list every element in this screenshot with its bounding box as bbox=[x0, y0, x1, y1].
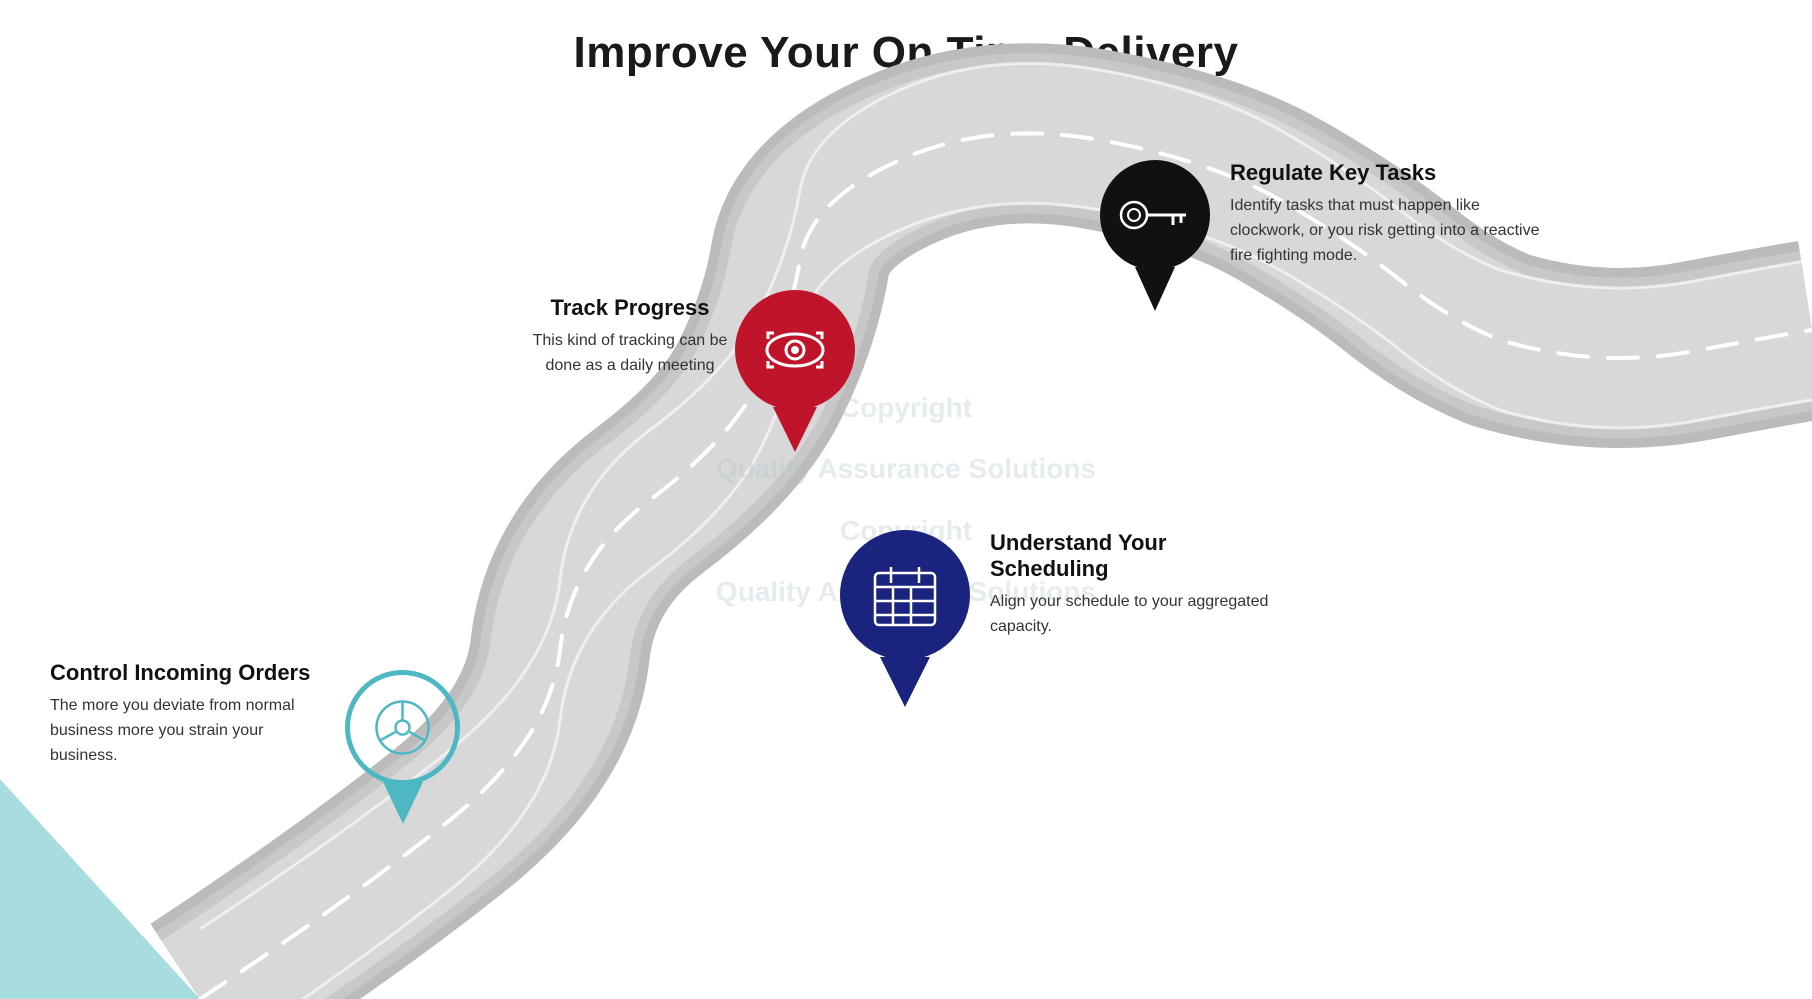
page-title: Improve Your On Time Delivery bbox=[0, 0, 1812, 78]
text-control-orders: Control Incoming Orders The more you dev… bbox=[50, 660, 330, 768]
pin-circle-blue bbox=[840, 530, 970, 660]
pin-control-orders bbox=[345, 670, 460, 824]
text-track-progress: Track Progress This kind of tracking can… bbox=[530, 295, 730, 379]
pin-track-progress bbox=[735, 290, 855, 452]
regulate-tasks-desc: Identify tasks that must happen like clo… bbox=[1230, 194, 1540, 268]
eye-icon bbox=[760, 325, 830, 375]
pin-tail-red bbox=[773, 407, 817, 452]
control-orders-title: Control Incoming Orders bbox=[50, 660, 330, 686]
pin-understand-scheduling bbox=[840, 530, 970, 707]
regulate-tasks-title: Regulate Key Tasks bbox=[1230, 160, 1540, 186]
control-orders-desc: The more you deviate from normal busines… bbox=[50, 694, 330, 768]
key-icon bbox=[1118, 195, 1193, 235]
pin-circle-red bbox=[735, 290, 855, 410]
teal-triangle-decoration bbox=[0, 779, 200, 999]
pin-tail-teal bbox=[383, 782, 423, 824]
pin-regulate-tasks bbox=[1100, 160, 1210, 311]
steering-wheel-icon bbox=[370, 695, 435, 760]
pin-circle-black bbox=[1100, 160, 1210, 270]
track-progress-title: Track Progress bbox=[530, 295, 730, 321]
text-regulate-tasks: Regulate Key Tasks Identify tasks that m… bbox=[1230, 160, 1540, 268]
pin-tail-blue bbox=[880, 657, 930, 707]
pin-tail-black bbox=[1135, 267, 1175, 311]
pin-circle-teal bbox=[345, 670, 460, 785]
understand-scheduling-desc: Align your schedule to your aggregated c… bbox=[990, 590, 1290, 640]
understand-scheduling-title: Understand Your Scheduling bbox=[990, 530, 1290, 582]
calendar-icon bbox=[869, 561, 941, 629]
road-graphic bbox=[0, 0, 1812, 999]
track-progress-desc: This kind of tracking can be done as a d… bbox=[530, 329, 730, 379]
text-understand-scheduling: Understand Your Scheduling Align your sc… bbox=[990, 530, 1290, 640]
